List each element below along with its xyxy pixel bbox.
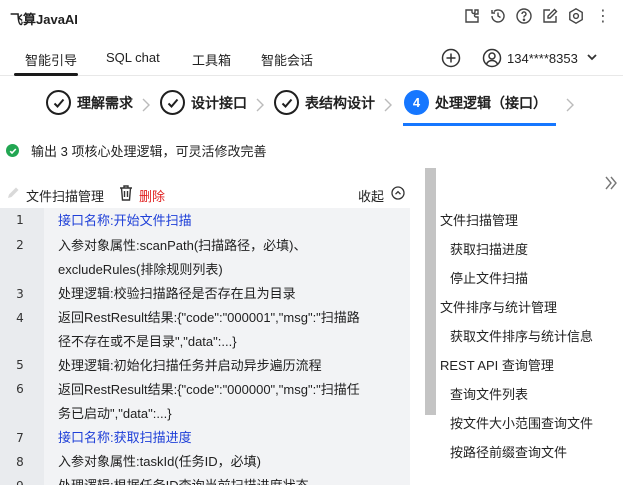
status-text: 输出 3 项核心处理逻辑，可灵活修改完善 [31, 144, 267, 159]
history-icon[interactable] [489, 7, 507, 25]
module-title: 文件扫描管理 [26, 189, 105, 204]
step-label: 处理逻辑（接口） [435, 94, 547, 111]
line-number: 7 [16, 431, 24, 445]
step-processing-logic[interactable]: 4 处理逻辑（接口） [404, 90, 547, 115]
step-understand-requirements[interactable]: 理解需求 [46, 90, 133, 115]
line-number: 2 [16, 238, 24, 252]
code-line: 接口名称:获取扫描进度 [58, 430, 192, 445]
app-title: 飞算JavaAI [10, 12, 78, 27]
add-icon[interactable] [440, 47, 462, 69]
collapse-icon[interactable] [391, 186, 405, 200]
plugin-icon[interactable] [463, 7, 481, 25]
code-line: 接口名称:开始文件扫描 [58, 213, 192, 228]
step-label: 设计接口 [191, 94, 247, 111]
code-line: 处理逻辑:根据任务ID查询当前扫描进度状态 [58, 474, 309, 485]
code-line: 处理逻辑:校验扫描路径是否存在且为目录 [58, 286, 296, 301]
tab-toolbox[interactable]: 工具箱 [192, 50, 231, 69]
check-icon [274, 90, 299, 115]
line-number: 6 [16, 382, 24, 396]
more-icon[interactable]: ⋮ [595, 8, 611, 26]
line-number: 4 [16, 311, 24, 325]
step-label: 理解需求 [77, 94, 133, 111]
panel-scrollbar[interactable] [425, 168, 436, 415]
chevron-right-icon [384, 98, 392, 112]
nav-item-group[interactable]: 文件扫描管理 [440, 210, 518, 229]
title-bar: 飞算JavaAI ⋮ [0, 0, 623, 36]
settings-icon[interactable] [567, 7, 585, 25]
logic-panel-header: 文件扫描管理 删除 收起 [0, 184, 412, 206]
nav-item[interactable]: 按路径前缀查询文件 [450, 442, 567, 461]
logic-code-editor[interactable]: 1 接口名称:开始文件扫描 2 入参对象属性:scanPath(扫描路径，必填)… [0, 208, 410, 485]
chevron-down-icon[interactable] [585, 50, 599, 64]
code-line: 入参对象属性:scanPath(扫描路径，必填)、 [58, 238, 307, 253]
step-design-interface[interactable]: 设计接口 [160, 90, 247, 115]
chevron-right-icon [142, 98, 150, 112]
delete-button[interactable]: 删除 [139, 186, 165, 205]
edit-icon[interactable] [541, 7, 559, 25]
code-line: 处理逻辑:初始化扫描任务并启动异步遍历流程 [58, 358, 322, 373]
check-icon [46, 90, 71, 115]
code-line: 返回RestResult结果:{"code":"000000","msg":"扫… [58, 382, 360, 397]
line-number: 3 [16, 287, 24, 301]
active-tab-indicator [14, 73, 78, 76]
double-chevron-right-icon[interactable] [604, 175, 618, 191]
nav-item-group[interactable]: 文件排序与统计管理 [440, 297, 557, 316]
check-icon [160, 90, 185, 115]
tab-sql-chat[interactable]: SQL chat [106, 50, 160, 65]
chevron-right-icon [566, 98, 574, 112]
nav-item[interactable]: 查询文件列表 [450, 384, 528, 403]
code-line-wrap: 径不存在或不是目录","data":...} [58, 334, 237, 349]
code-line-wrap: excludeRules(排除规则列表) [58, 262, 223, 277]
status-message: 输出 3 项核心处理逻辑，可灵活修改完善 [6, 141, 266, 160]
step-number-badge: 4 [404, 90, 429, 115]
code-line-wrap: 务已启动","data":...} [58, 406, 172, 421]
code-line: 入参对象属性:taskId(任务ID，必填) [58, 454, 261, 469]
title-toolbar [463, 7, 585, 25]
user-avatar-icon[interactable] [481, 47, 503, 69]
nav-item-group[interactable]: REST API 查询管理 [440, 355, 554, 374]
code-line: 返回RestResult结果:{"code":"000001","msg":"扫… [58, 310, 360, 325]
tab-smart-guide[interactable]: 智能引导 [25, 50, 77, 69]
step-table-design[interactable]: 表结构设计 [274, 90, 375, 115]
collapse-button[interactable]: 收起 [358, 186, 384, 205]
nav-item[interactable]: 获取文件排序与统计信息 [450, 326, 593, 345]
tab-smart-chat[interactable]: 智能会话 [261, 50, 313, 69]
nav-item[interactable]: 停止文件扫描 [450, 268, 528, 287]
user-account-label[interactable]: 134****8353 [507, 51, 578, 66]
active-step-indicator [403, 123, 556, 126]
chevron-right-icon [256, 98, 264, 112]
pencil-icon [8, 187, 19, 198]
nav-item[interactable]: 按文件大小范围查询文件 [450, 413, 593, 432]
help-icon[interactable] [515, 7, 533, 25]
step-label: 表结构设计 [305, 94, 375, 111]
trash-icon[interactable] [118, 184, 134, 202]
step-progress: 理解需求 设计接口 表结构设计 4 处理逻辑（接口） [0, 82, 623, 128]
line-number: 9 [0, 479, 40, 485]
nav-item[interactable]: 获取扫描进度 [450, 239, 528, 258]
line-number: 1 [16, 213, 24, 227]
line-number: 5 [16, 358, 24, 372]
success-check-icon [6, 144, 19, 157]
line-number: 8 [16, 455, 24, 469]
